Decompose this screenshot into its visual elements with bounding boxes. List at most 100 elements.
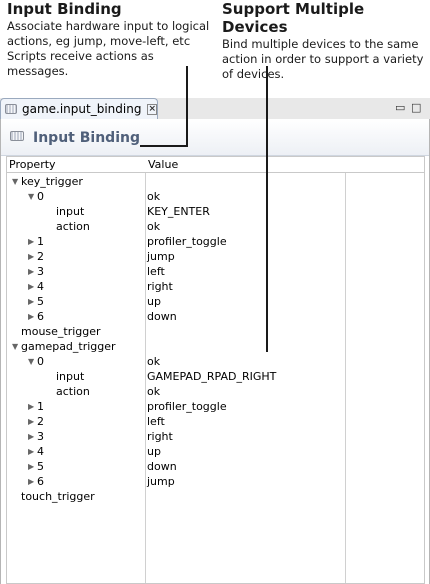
property-cell: action xyxy=(56,384,90,399)
value-cell[interactable]: down xyxy=(147,309,177,324)
property-label: 3 xyxy=(37,430,44,443)
table-row[interactable]: ▶ 3 left xyxy=(7,264,424,279)
table-row[interactable]: action ok xyxy=(7,384,424,399)
table-row[interactable]: ▶ 4 right xyxy=(7,279,424,294)
table-row[interactable]: ▶ 1 profiler_toggle xyxy=(7,234,424,249)
table-row[interactable]: ▶ 2 left xyxy=(7,414,424,429)
table-row[interactable]: ▼ key_trigger xyxy=(7,174,424,189)
property-cell: ▶ 2 xyxy=(28,249,44,264)
property-cell: ▶ 4 xyxy=(28,444,44,459)
keyboard-icon xyxy=(10,131,24,141)
expanded-triangle-icon[interactable]: ▼ xyxy=(12,174,21,189)
table-row[interactable]: ▶ 5 down xyxy=(7,459,424,474)
collapsed-triangle-icon[interactable]: ▶ xyxy=(28,414,37,429)
property-cell: ▼ gamepad_trigger xyxy=(12,339,116,354)
property-label: 3 xyxy=(37,265,44,278)
table-row[interactable]: touch_trigger xyxy=(7,489,424,504)
value-cell[interactable]: left xyxy=(147,264,165,279)
minimize-icon[interactable]: ▭ xyxy=(395,101,405,114)
property-label: 1 xyxy=(37,235,44,248)
collapsed-triangle-icon[interactable]: ▶ xyxy=(28,444,37,459)
collapsed-triangle-icon[interactable]: ▶ xyxy=(28,399,37,414)
table-row[interactable]: input KEY_ENTER xyxy=(7,204,424,219)
expanded-triangle-icon[interactable]: ▼ xyxy=(12,339,21,354)
table-row[interactable]: ▼ 0 ok xyxy=(7,189,424,204)
annotation-title: Support Multiple Devices xyxy=(222,0,365,36)
collapsed-triangle-icon[interactable]: ▶ xyxy=(28,249,37,264)
collapsed-triangle-icon[interactable]: ▶ xyxy=(28,474,37,489)
annotation-multiple-devices: Support Multiple Devices Bind multiple d… xyxy=(222,0,427,82)
property-cell: ▶ 2 xyxy=(28,414,44,429)
table-row[interactable]: ▼ 0 ok xyxy=(7,354,424,369)
property-cell: input xyxy=(56,204,84,219)
value-cell[interactable]: down xyxy=(147,459,177,474)
value-cell[interactable]: ok xyxy=(147,189,160,204)
collapsed-triangle-icon[interactable]: ▶ xyxy=(28,459,37,474)
property-label: key_trigger xyxy=(21,175,83,188)
value-cell[interactable]: KEY_ENTER xyxy=(147,204,210,219)
property-label: 2 xyxy=(37,415,44,428)
value-cell[interactable]: ok xyxy=(147,354,160,369)
collapsed-triangle-icon[interactable]: ▶ xyxy=(28,309,37,324)
table-row[interactable]: ▶ 3 right xyxy=(7,429,424,444)
property-cell: ▼ 0 xyxy=(28,189,44,204)
column-header-value[interactable]: Value xyxy=(148,158,178,171)
property-cell: ▶ 3 xyxy=(28,264,44,279)
property-label: 6 xyxy=(37,310,44,323)
property-table: Property Value ▼ key_trigger ▼ 0 ok input KEY_… xyxy=(6,156,425,584)
collapsed-triangle-icon[interactable]: ▶ xyxy=(28,234,37,249)
table-row[interactable]: ▶ 6 down xyxy=(7,309,424,324)
tab-strip: game.input_binding × ▭ □ xyxy=(0,98,430,120)
expanded-triangle-icon[interactable]: ▼ xyxy=(28,354,37,369)
value-cell[interactable]: ok xyxy=(147,219,160,234)
annotation-line: Bind multiple devices to the same xyxy=(222,37,419,51)
collapsed-triangle-icon[interactable]: ▶ xyxy=(28,264,37,279)
table-row[interactable]: ▼ gamepad_trigger xyxy=(7,339,424,354)
value-cell[interactable]: left xyxy=(147,414,165,429)
value-cell[interactable]: up xyxy=(147,444,161,459)
property-cell: ▶ 1 xyxy=(28,234,44,249)
table-row[interactable]: ▶ 6 jump xyxy=(7,474,424,489)
table-row[interactable]: ▶ 5 up xyxy=(7,294,424,309)
collapsed-triangle-icon[interactable]: ▶ xyxy=(28,294,37,309)
table-row[interactable]: ▶ 1 profiler_toggle xyxy=(7,399,424,414)
property-cell: ▼ 0 xyxy=(28,354,44,369)
table-row[interactable]: action ok xyxy=(7,219,424,234)
value-cell[interactable]: right xyxy=(147,279,173,294)
property-cell: touch_trigger xyxy=(12,489,95,504)
property-cell: ▶ 5 xyxy=(28,459,44,474)
close-icon[interactable]: × xyxy=(147,103,157,115)
property-label: 0 xyxy=(37,355,44,368)
value-cell[interactable]: GAMEPAD_RPAD_RIGHT xyxy=(147,369,276,384)
callout-connector xyxy=(140,145,188,147)
tab-game-input-binding[interactable]: game.input_binding × xyxy=(0,98,158,119)
property-label: mouse_trigger xyxy=(21,325,101,338)
value-cell[interactable]: profiler_toggle xyxy=(147,399,227,414)
property-label: touch_trigger xyxy=(21,490,95,503)
keyboard-icon xyxy=(5,104,17,114)
property-label: input xyxy=(56,370,85,383)
property-cell: ▶ 4 xyxy=(28,279,44,294)
property-label: 1 xyxy=(37,400,44,413)
tab-label: game.input_binding xyxy=(21,102,142,116)
annotation-line: of devices. xyxy=(222,67,285,81)
table-header: Property Value xyxy=(7,157,424,173)
table-row[interactable]: input GAMEPAD_RPAD_RIGHT xyxy=(7,369,424,384)
value-cell[interactable]: right xyxy=(147,429,173,444)
collapsed-triangle-icon[interactable]: ▶ xyxy=(28,429,37,444)
expanded-triangle-icon[interactable]: ▼ xyxy=(28,189,37,204)
value-cell[interactable]: jump xyxy=(147,249,175,264)
value-cell[interactable]: profiler_toggle xyxy=(147,234,227,249)
maximize-icon[interactable]: □ xyxy=(411,101,421,114)
property-cell: action xyxy=(56,219,90,234)
table-row[interactable]: mouse_trigger xyxy=(7,324,424,339)
property-label: 2 xyxy=(37,250,44,263)
value-cell[interactable]: up xyxy=(147,294,161,309)
table-row[interactable]: ▶ 2 jump xyxy=(7,249,424,264)
column-header-property[interactable]: Property xyxy=(9,158,56,171)
table-row[interactable]: ▶ 4 up xyxy=(7,444,424,459)
value-cell[interactable]: jump xyxy=(147,474,175,489)
value-cell[interactable]: ok xyxy=(147,384,160,399)
property-cell: ▶ 5 xyxy=(28,294,44,309)
collapsed-triangle-icon[interactable]: ▶ xyxy=(28,279,37,294)
